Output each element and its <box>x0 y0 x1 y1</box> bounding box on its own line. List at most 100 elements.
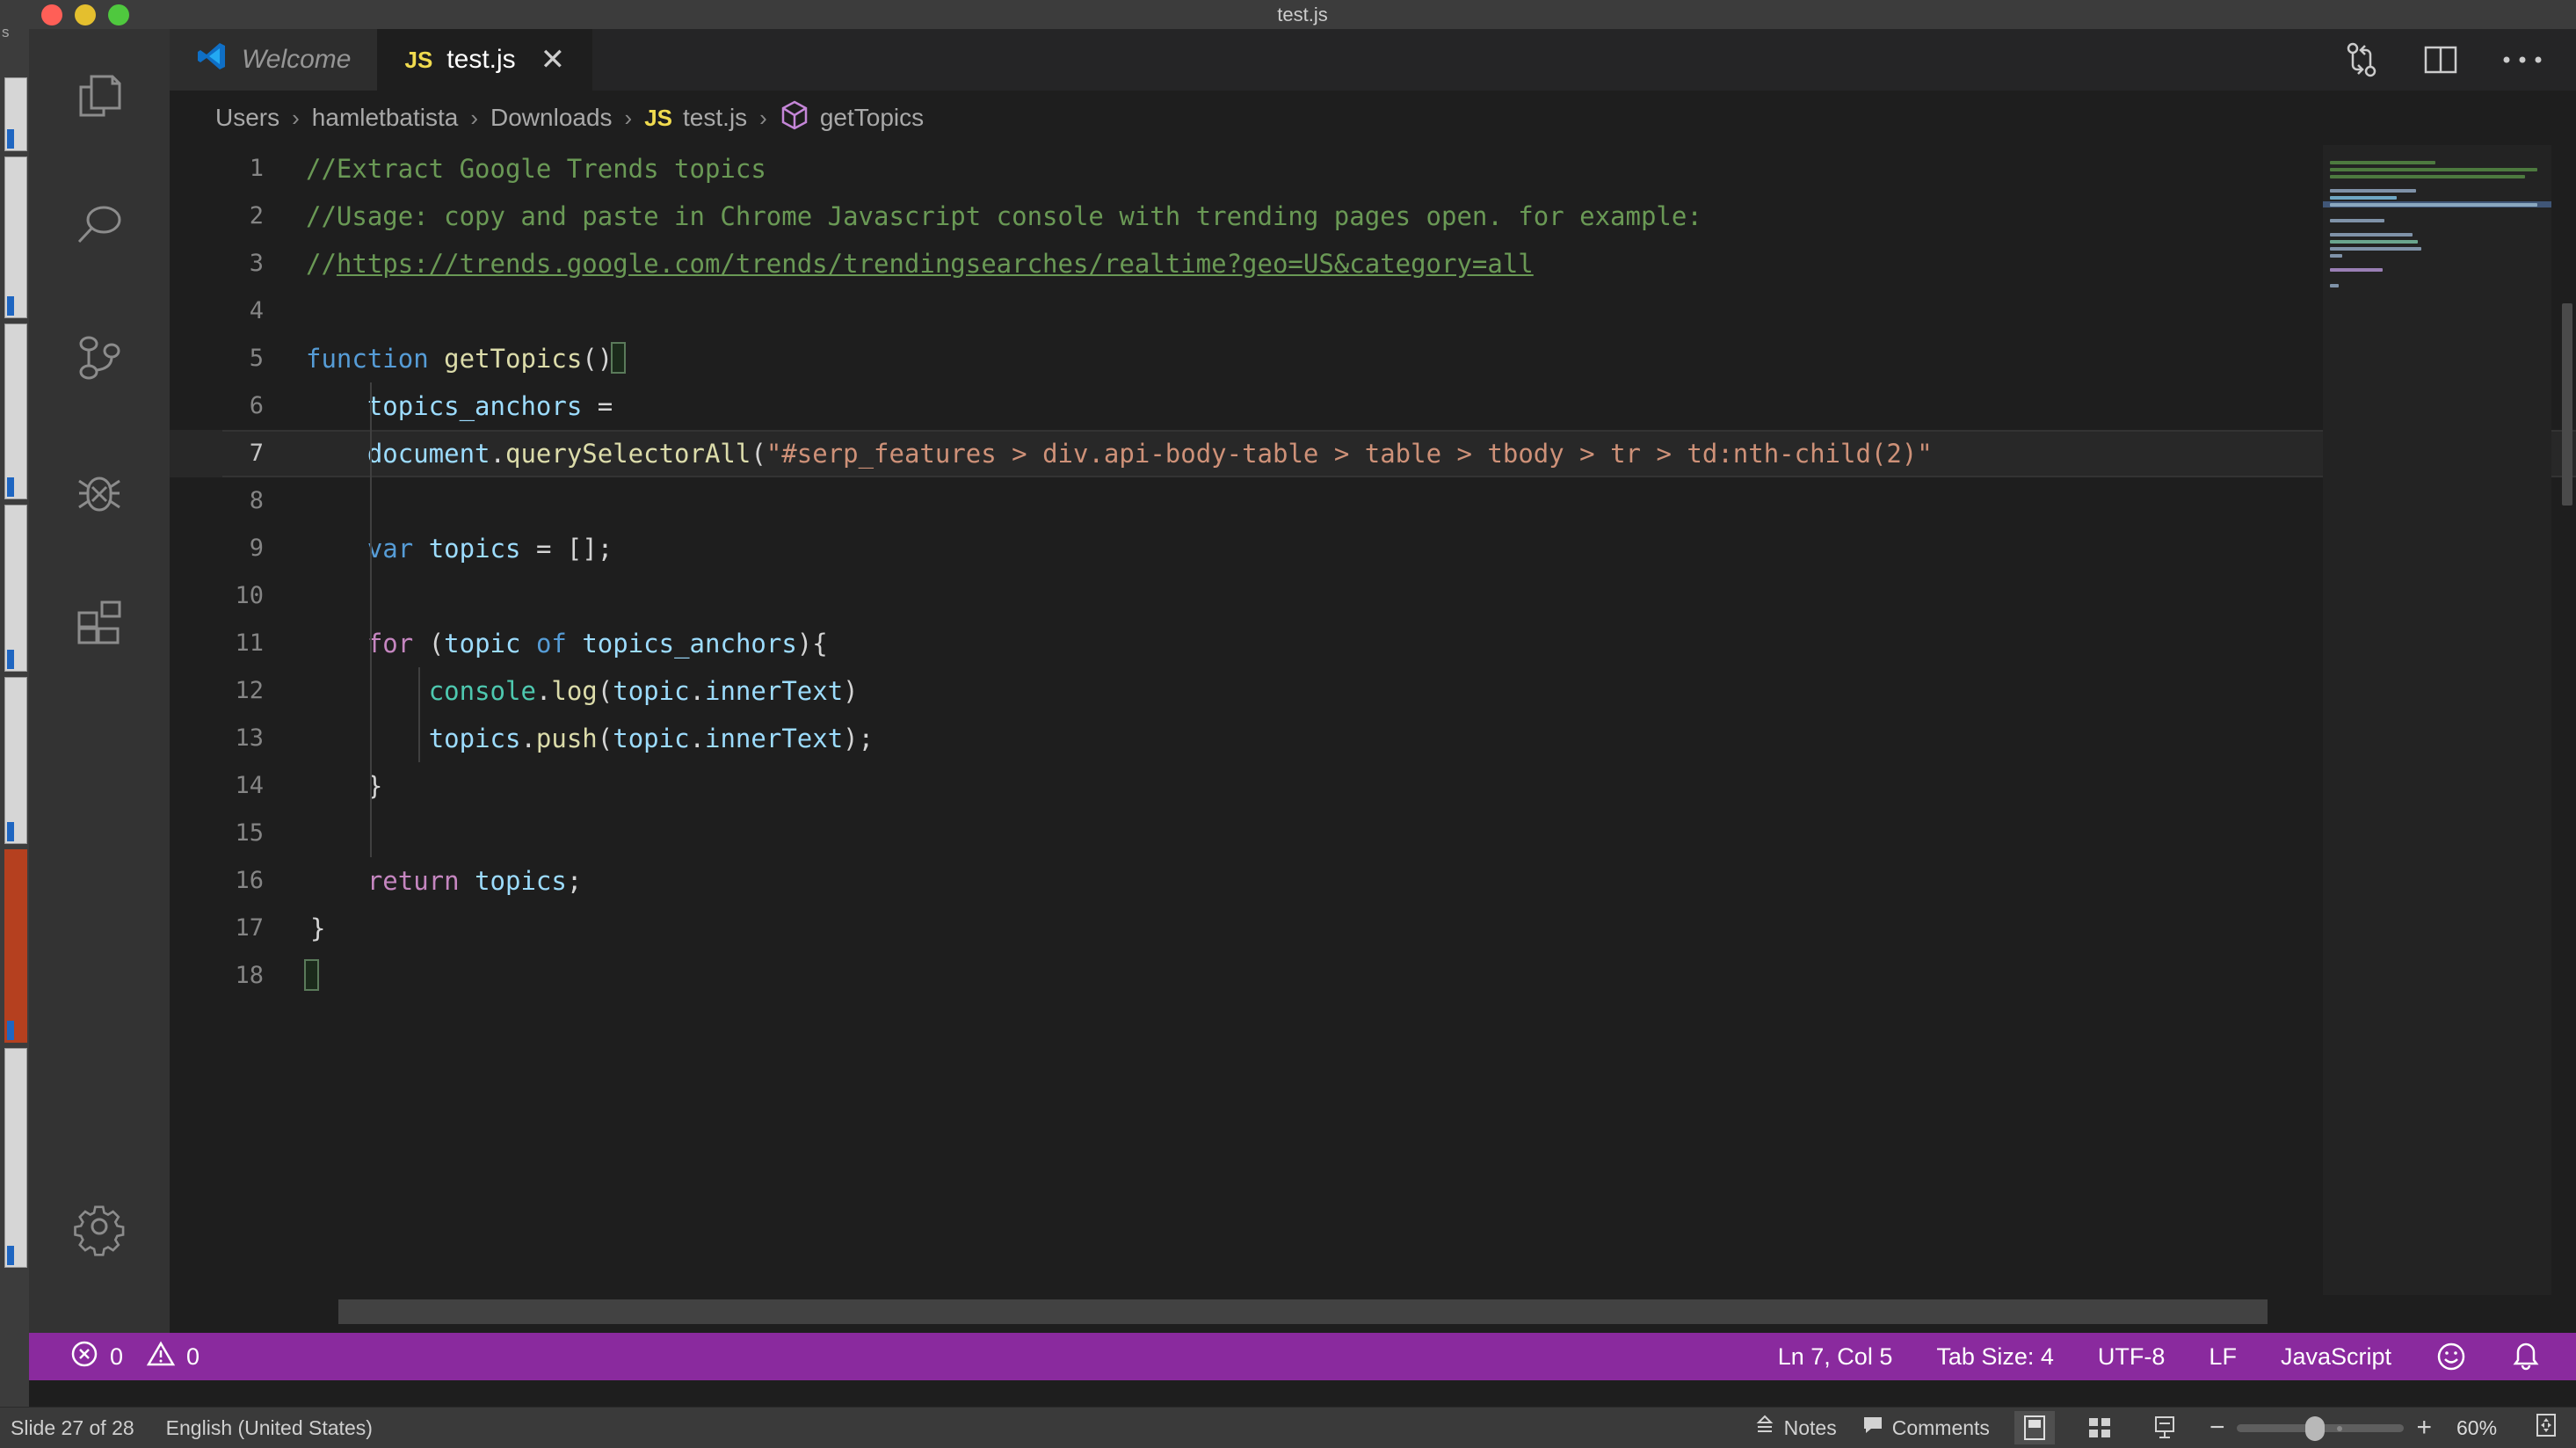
bracket-match-highlight <box>611 342 627 374</box>
minimap-line <box>2330 168 2537 171</box>
smiley-icon[interactable] <box>2435 1341 2467 1372</box>
zoom-percentage[interactable]: 60% <box>2456 1416 2509 1440</box>
notes-button[interactable]: Notes <box>1753 1414 1837 1442</box>
code-line[interactable]: 3 //https://trends.google.com/trends/tre… <box>170 240 2576 287</box>
zoom-knob[interactable] <box>2305 1415 2326 1441</box>
slide-sorter-view-button[interactable] <box>2079 1411 2120 1444</box>
breadcrumb-item-users[interactable]: Users <box>215 104 279 132</box>
code-line[interactable]: 8 <box>170 477 2576 525</box>
tab-test-js[interactable]: JS test.js ✕ <box>378 29 593 91</box>
code-line[interactable]: 13 topics.push(topic.innerText); <box>170 715 2576 762</box>
slide-thumbnail[interactable] <box>4 677 27 844</box>
status-bar[interactable]: 0 0 Ln 7, Col 5 Tab Size: 4 UTF-8 LF Jav… <box>29 1333 2576 1380</box>
minimap-slider[interactable] <box>2323 145 2551 1295</box>
editor-actions[interactable] <box>2342 29 2576 91</box>
warning-icon <box>146 1339 176 1375</box>
sidebar-item-manage-settings[interactable] <box>29 1161 170 1292</box>
zoom-out-button[interactable]: − <box>2210 1415 2225 1441</box>
code-line[interactable]: 4 <box>170 287 2576 335</box>
editor-tab-bar[interactable]: Welcome JS test.js ✕ <box>170 29 2576 91</box>
zoom-in-button[interactable]: + <box>2416 1415 2432 1441</box>
editor-vertical-scrollbar[interactable] <box>2551 145 2576 1295</box>
zoom-slider[interactable]: − + <box>2210 1415 2432 1441</box>
line-text <box>306 287 2576 335</box>
code-content[interactable]: 1 //Extract Google Trends topics 2 //Usa… <box>170 145 2576 1295</box>
tab-welcome[interactable]: Welcome <box>170 29 379 91</box>
sidebar-item-extensions[interactable] <box>29 557 170 688</box>
breadcrumb-item-gettopics[interactable]: getTopics <box>780 99 924 137</box>
minimap-line <box>2330 189 2416 193</box>
minimap-line <box>2330 175 2525 178</box>
code-line[interactable]: 15 <box>170 810 2576 857</box>
code-line[interactable]: 9 var topics = []; <box>170 525 2576 572</box>
minimap-line <box>2330 233 2413 236</box>
breadcrumb-item-downloads[interactable]: Downloads <box>490 104 613 132</box>
notes-label: Notes <box>1783 1415 1837 1439</box>
more-actions-icon[interactable] <box>2500 53 2544 67</box>
slide-thumbnail-selected[interactable] <box>4 1048 27 1268</box>
code-line[interactable]: 5 function getTopics() <box>170 335 2576 382</box>
slide-thumbnail[interactable] <box>4 156 27 318</box>
code-line[interactable]: 12 console.log(topic.innerText) <box>170 667 2576 715</box>
code-line[interactable]: 18 <box>170 952 2576 1000</box>
code-line[interactable]: 2 //Usage: copy and paste in Chrome Java… <box>170 193 2576 240</box>
code-line-current[interactable]: 7 document.querySelectorAll("#serp_featu… <box>170 430 2576 477</box>
code-line[interactable]: 16 return topics; <box>170 857 2576 905</box>
normal-view-button[interactable] <box>2014 1411 2055 1444</box>
run-and-debug-icon[interactable] <box>2342 40 2381 79</box>
encoding[interactable]: UTF-8 <box>2098 1343 2166 1371</box>
line-text: topics.push(topic.innerText); <box>428 724 874 753</box>
sidebar-item-source-control[interactable] <box>29 293 170 425</box>
title-bar: test.js <box>29 0 2576 29</box>
code-line[interactable]: 17 <box>170 905 2576 952</box>
breadcrumb-item-hamletbatista[interactable]: hamletbatista <box>312 104 459 132</box>
breadcrumb-separator: › <box>759 104 767 131</box>
activity-bar[interactable] <box>29 29 170 1380</box>
minimap-line <box>2330 161 2435 164</box>
comments-button[interactable]: Comments <box>1861 1414 1990 1442</box>
gear-icon <box>72 1199 127 1256</box>
slide-thumbnail-rail[interactable]: s <box>0 0 30 1407</box>
scrollbar-thumb[interactable] <box>2562 303 2572 506</box>
language-mode[interactable]: JavaScript <box>2281 1343 2391 1371</box>
zoom-track[interactable] <box>2237 1415 2405 1441</box>
breadcrumb-separator: › <box>470 104 479 131</box>
run-debug-icon <box>72 463 127 518</box>
close-icon[interactable]: ✕ <box>541 45 566 75</box>
line-text <box>306 477 2576 525</box>
line-text: document.querySelectorAll("#serp_feature… <box>366 439 1933 469</box>
notes-icon <box>1753 1414 1776 1442</box>
code-editor[interactable]: 1 //Extract Google Trends topics 2 //Usa… <box>170 145 2576 1295</box>
reading-view-button[interactable] <box>2144 1411 2185 1444</box>
sidebar-item-search[interactable] <box>29 161 170 293</box>
fit-to-window-button[interactable] <box>2534 1412 2558 1444</box>
minimap[interactable] <box>2323 145 2551 1295</box>
sidebar-item-run-and-debug[interactable] <box>29 425 170 557</box>
tab-size[interactable]: Tab Size: 4 <box>1936 1343 2054 1371</box>
breadcrumb-item-test-js[interactable]: JS test.js <box>644 104 747 132</box>
split-editor-icon[interactable] <box>2421 40 2460 79</box>
slide-thumbnail[interactable] <box>4 505 27 672</box>
indent-guide <box>370 667 372 857</box>
line-text: function getTopics() <box>306 335 2576 382</box>
code-line[interactable]: 1 //Extract Google Trends topics <box>170 145 2576 193</box>
problems-indicator[interactable]: 0 0 <box>69 1339 200 1375</box>
slide-thumbnail[interactable] <box>4 324 27 499</box>
end-of-line[interactable]: LF <box>2209 1343 2237 1371</box>
tab-welcome-label: Welcome <box>242 45 352 74</box>
code-line[interactable]: 6 topics_anchors = <box>170 382 2576 430</box>
line-number: 3 <box>249 250 264 277</box>
code-line[interactable]: 10 <box>170 572 2576 620</box>
cursor-position[interactable]: Ln 7, Col 5 <box>1778 1343 1893 1371</box>
editor-horizontal-scrollbar[interactable] <box>338 1299 2268 1324</box>
code-line[interactable]: 11 for (topic of topics_anchors){ <box>170 620 2576 667</box>
line-number: 12 <box>235 677 264 704</box>
extensions-icon <box>72 595 127 650</box>
sidebar-item-explorer[interactable] <box>29 29 170 161</box>
bell-icon[interactable] <box>2511 1341 2541 1372</box>
breadcrumb[interactable]: Users › hamletbatista › Downloads › JS t… <box>170 91 2576 145</box>
code-line[interactable]: 14 } <box>170 762 2576 810</box>
slide-thumbnail[interactable] <box>4 849 27 1043</box>
slide-thumbnail[interactable] <box>4 77 27 151</box>
indent-guide <box>418 667 420 762</box>
